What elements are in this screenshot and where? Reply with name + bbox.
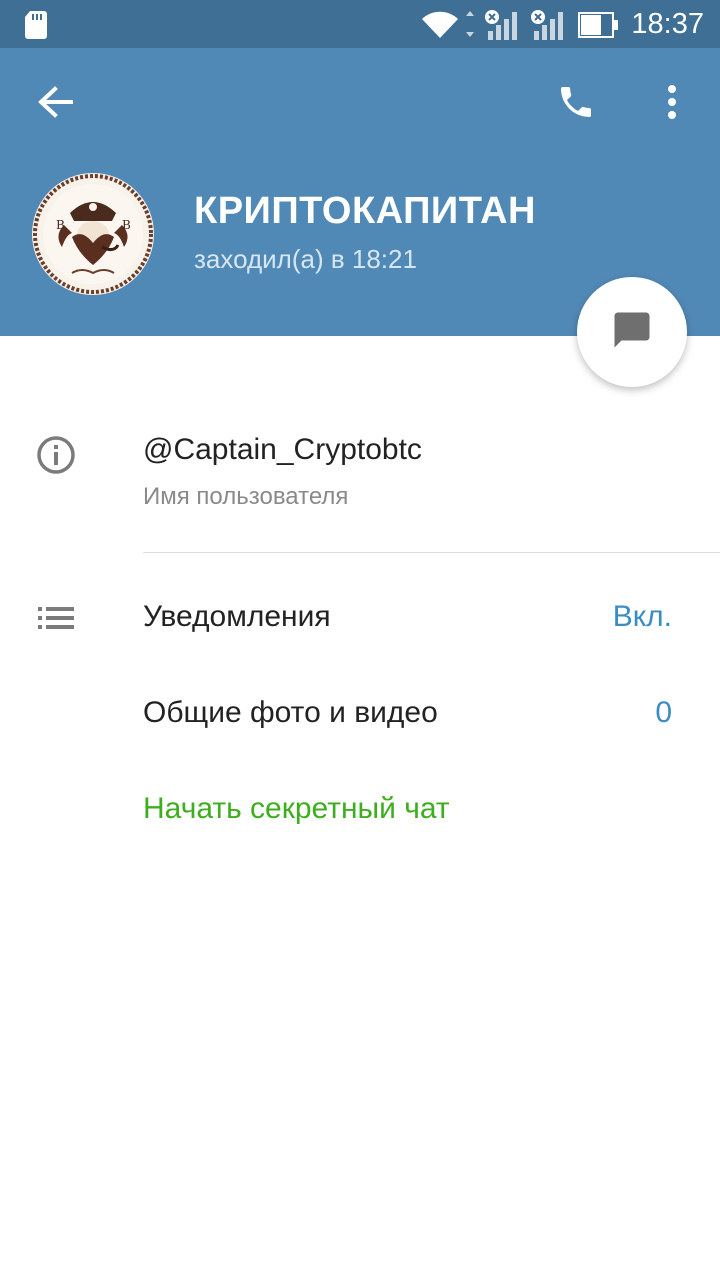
svg-text:B: B: [122, 218, 131, 232]
info-icon: [36, 435, 76, 480]
username-value[interactable]: @Captain_Cryptobtc: [143, 433, 422, 467]
divider: [143, 552, 720, 553]
more-vert-icon: [666, 84, 678, 125]
shared-media-count[interactable]: 0: [655, 696, 672, 730]
avatar[interactable]: B B: [32, 173, 154, 295]
back-arrow-icon: [37, 85, 73, 123]
more-options-button[interactable]: [650, 78, 694, 130]
signal-icon: [530, 9, 570, 46]
wifi-icon: [420, 10, 476, 45]
status-time: 18:37: [631, 8, 704, 40]
username-label: Имя пользователя: [143, 483, 349, 510]
svg-text:B: B: [56, 218, 65, 232]
signal-icon: [484, 9, 524, 46]
sd-card-icon: [24, 11, 48, 44]
call-button[interactable]: [546, 78, 606, 130]
send-message-button[interactable]: [577, 277, 687, 387]
back-button[interactable]: [20, 78, 90, 130]
last-seen-status: заходил(а) в 18:21: [194, 244, 417, 274]
battery-icon: [578, 12, 620, 43]
phone-icon: [556, 82, 596, 127]
shared-media-label[interactable]: Общие фото и видео: [143, 696, 438, 730]
notifications-value[interactable]: Вкл.: [613, 600, 672, 634]
profile-name: КРИПТОКАПИТАН: [194, 190, 536, 232]
list-icon: [38, 606, 76, 635]
notifications-label[interactable]: Уведомления: [143, 600, 331, 634]
start-secret-chat-button[interactable]: Начать секретный чат: [143, 792, 450, 826]
chat-bubble-icon: [611, 309, 653, 356]
status-bar: 18:37: [0, 0, 720, 48]
